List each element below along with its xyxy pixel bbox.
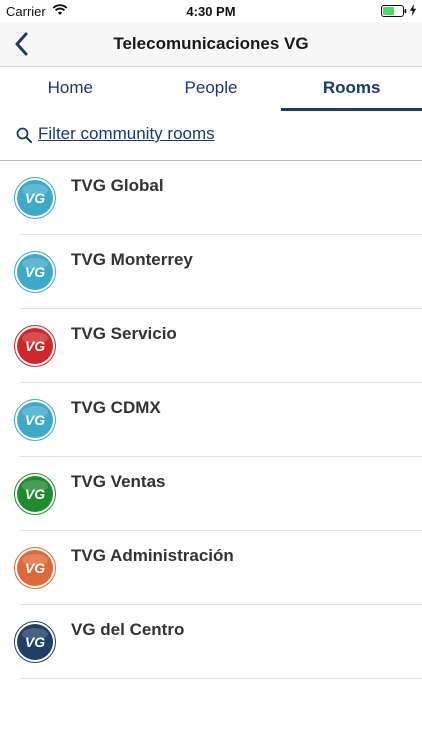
room-avatar-text: VG [25, 338, 45, 354]
tab-home[interactable]: Home [0, 67, 141, 111]
charging-bolt-icon [409, 4, 417, 16]
filter-rooms-link[interactable]: Filter community rooms [0, 111, 422, 161]
room-name: TVG Servicio [71, 324, 177, 343]
tab-people[interactable]: People [141, 67, 282, 111]
room-avatar-icon: VG [14, 399, 56, 441]
room-avatar-icon: VG [14, 177, 56, 219]
room-name: VG del Centro [71, 620, 185, 639]
room-avatar-icon: VG [14, 251, 56, 293]
room-name: TVG Monterrey [71, 250, 193, 269]
room-avatar-icon: VG [14, 325, 56, 367]
navigation-bar: Telecomunicaciones VG [0, 22, 422, 67]
room-avatar-icon: VG [14, 473, 56, 515]
room-list-item[interactable]: VG TVG Global [14, 161, 422, 235]
room-name: TVG Administración [71, 546, 234, 565]
tab-rooms[interactable]: Rooms [281, 67, 422, 111]
room-list-item[interactable]: VG TVG Servicio [14, 309, 422, 383]
room-list-item[interactable]: VG TVG Ventas [14, 457, 422, 531]
filter-rooms-label[interactable]: Filter community rooms [38, 124, 215, 144]
room-list-item[interactable]: VG TVG CDMX [14, 383, 422, 457]
status-time: 4:30 PM [186, 4, 236, 19]
tab-bar: Home People Rooms [0, 67, 422, 111]
chevron-left-icon [15, 32, 28, 56]
room-name: TVG Ventas [71, 472, 166, 491]
room-list: VG TVG Global VG TVG Monterrey VG TVG Servici… [0, 161, 422, 679]
room-avatar-text: VG [25, 264, 45, 280]
status-bar: Carrier 4:30 PM [0, 0, 422, 22]
room-list-item[interactable]: VG TVG Monterrey [14, 235, 422, 309]
page-title: Telecomunicaciones VG [113, 34, 309, 53]
room-avatar-text: VG [25, 412, 45, 428]
room-avatar-text: VG [25, 190, 45, 206]
room-avatar-icon: VG [14, 547, 56, 589]
room-avatar-text: VG [25, 634, 45, 650]
battery-icon [381, 5, 407, 17]
room-avatar-text: VG [25, 560, 45, 576]
back-button[interactable] [8, 30, 34, 58]
room-list-item[interactable]: VG VG del Centro [14, 605, 422, 679]
room-name: TVG Global [71, 176, 164, 195]
room-avatar-text: VG [25, 486, 45, 502]
room-avatar-icon: VG [14, 621, 56, 663]
search-icon [16, 127, 32, 143]
room-list-item[interactable]: VG TVG Administración [14, 531, 422, 605]
room-name: TVG CDMX [71, 398, 161, 417]
